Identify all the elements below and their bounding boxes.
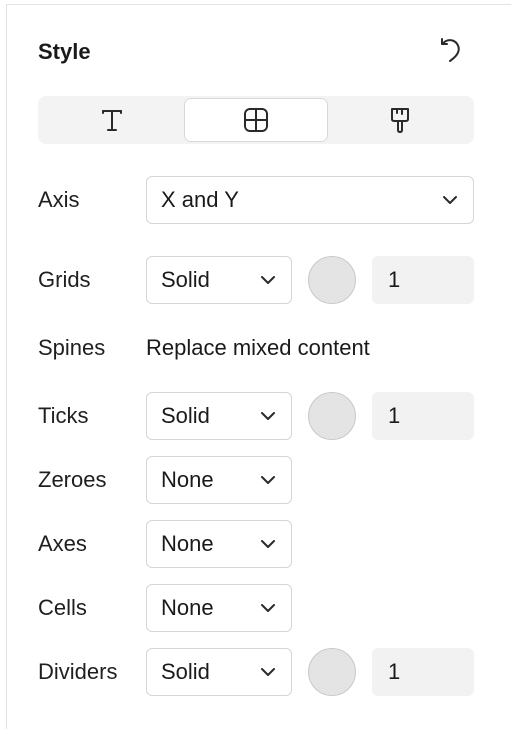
spines-row: Spines Replace mixed content — [38, 324, 474, 372]
axes-row: Axes None — [38, 520, 474, 568]
grids-style-value: Solid — [161, 267, 210, 292]
spines-label: Spines — [38, 335, 106, 360]
cells-row: Cells None — [38, 584, 474, 632]
zeroes-style-value: None — [161, 467, 214, 492]
zeroes-label: Zeroes — [38, 467, 107, 492]
tab-paint[interactable] — [328, 98, 472, 142]
style-category-tabs — [38, 96, 474, 144]
dividers-width-input[interactable]: 1 — [372, 648, 474, 696]
dividers-row: Dividers Solid 1 — [38, 648, 474, 696]
tab-text[interactable] — [40, 98, 184, 142]
chevron-down-icon — [261, 412, 275, 420]
panel-title: Style — [38, 39, 91, 64]
dividers-label: Dividers — [38, 659, 118, 684]
dividers-color-swatch[interactable] — [308, 648, 356, 696]
spines-replace-mixed-link[interactable]: Replace mixed content — [146, 324, 370, 372]
undo-icon[interactable] — [436, 36, 464, 64]
axis-label: Axis — [38, 187, 80, 212]
chevron-down-icon — [261, 668, 275, 676]
grid-icon — [244, 108, 268, 132]
grids-label: Grids — [38, 267, 91, 292]
ticks-row: Ticks Solid 1 — [38, 392, 474, 440]
cells-style-value: None — [161, 595, 214, 620]
ticks-color-swatch[interactable] — [308, 392, 356, 440]
ticks-width-input[interactable]: 1 — [372, 392, 474, 440]
grids-color-swatch[interactable] — [308, 256, 356, 304]
dividers-style-value: Solid — [161, 659, 210, 684]
axis-value: X and Y — [161, 187, 239, 212]
zeroes-row: Zeroes None — [38, 456, 474, 504]
chevron-down-icon — [261, 276, 275, 284]
zeroes-style-select[interactable]: None — [146, 456, 292, 504]
axes-style-value: None — [161, 531, 214, 556]
chevron-down-icon — [443, 196, 457, 204]
axes-label: Axes — [38, 531, 87, 556]
panel-header: Style — [38, 36, 474, 68]
axes-style-select[interactable]: None — [146, 520, 292, 568]
axis-row: Axis X and Y — [38, 176, 474, 224]
cells-style-select[interactable]: None — [146, 584, 292, 632]
ticks-style-select[interactable]: Solid — [146, 392, 292, 440]
ticks-label: Ticks — [38, 403, 89, 428]
chevron-down-icon — [261, 604, 275, 612]
cells-label: Cells — [38, 595, 87, 620]
chevron-down-icon — [261, 540, 275, 548]
chevron-down-icon — [261, 476, 275, 484]
tab-grid[interactable] — [184, 98, 328, 142]
axis-select[interactable]: X and Y — [146, 176, 474, 224]
paintbrush-icon — [391, 108, 409, 133]
text-icon — [102, 110, 122, 131]
grids-width-input[interactable]: 1 — [372, 256, 474, 304]
grids-row: Grids Solid 1 — [38, 256, 474, 304]
dividers-style-select[interactable]: Solid — [146, 648, 292, 696]
grids-style-select[interactable]: Solid — [146, 256, 292, 304]
ticks-style-value: Solid — [161, 403, 210, 428]
